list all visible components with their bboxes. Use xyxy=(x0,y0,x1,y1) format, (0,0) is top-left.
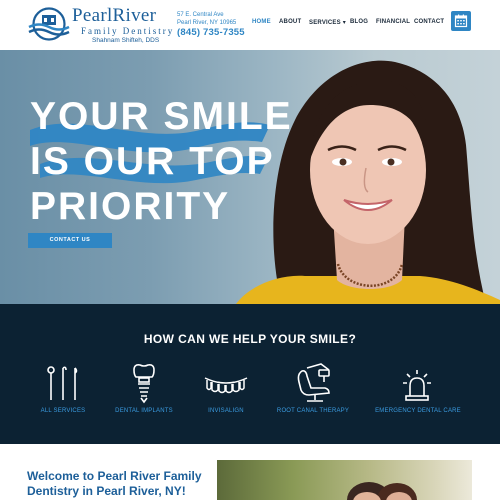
dental-chair-icon[interactable] xyxy=(293,362,335,404)
brand-name: PearlRiver xyxy=(72,5,157,26)
nav-financial[interactable]: FINANCIAL xyxy=(376,19,410,25)
hero-heading-line-1: YOUR SMILE xyxy=(30,95,293,138)
calendar-button[interactable] xyxy=(451,11,471,31)
welcome-section: Welcome to Pearl River Family Dentistry … xyxy=(0,444,500,500)
service-all-services[interactable]: ALL SERVICES xyxy=(41,408,86,414)
dental-tools-icon[interactable] xyxy=(44,364,82,404)
hero-heading-line-3: PRIORITY xyxy=(30,185,231,228)
hero-section: YOUR SMILE IS OUR TOP PRIORITY CONTACT U… xyxy=(0,50,500,304)
address-line-2: Pearl River, NY 10965 xyxy=(177,20,237,26)
service-emergency-dental-care[interactable]: EMERGENCY DENTAL CARE xyxy=(375,408,461,414)
nav-services[interactable]: SERVICES ▾ xyxy=(309,19,346,26)
services-heading: HOW CAN WE HELP YOUR SMILE? xyxy=(143,332,357,346)
implant-icon[interactable] xyxy=(130,362,158,404)
pearl-river-logo-icon[interactable] xyxy=(28,7,70,41)
address-line-1: 57 E. Central Ave xyxy=(177,12,224,18)
welcome-heading-line-1: Welcome to Pearl River Family xyxy=(27,469,202,483)
hero-heading-line-2: IS OUR TOP xyxy=(30,140,275,183)
phone-link[interactable]: (845) 735-7355 xyxy=(177,27,245,38)
nav-blog[interactable]: BLOG xyxy=(350,19,368,25)
couple-photo xyxy=(217,460,472,500)
services-section: HOW CAN WE HELP YOUR SMILE? ALL SERVICES… xyxy=(0,304,500,444)
site-header: PearlRiver Family Dentistry Shahnam Shif… xyxy=(0,0,500,50)
welcome-heading-line-2: Dentistry in Pearl River, NY! xyxy=(27,484,186,498)
calendar-icon xyxy=(454,14,468,28)
brand-block[interactable]: PearlRiver Family Dentistry Shahnam Shif… xyxy=(72,6,174,45)
service-invisalign[interactable]: INVISALIGN xyxy=(208,408,244,414)
contact-us-button[interactable]: CONTACT US xyxy=(28,233,112,248)
nav-home[interactable]: HOME xyxy=(252,19,271,25)
service-root-canal-therapy[interactable]: ROOT CANAL THERAPY xyxy=(277,408,349,414)
address: 57 E. Central Ave Pearl River, NY 10965 xyxy=(177,11,236,27)
nav-about[interactable]: ABOUT xyxy=(279,19,301,25)
teeth-aligner-icon[interactable] xyxy=(203,374,249,396)
siren-icon[interactable] xyxy=(402,368,432,402)
service-dental-implants[interactable]: DENTAL IMPLANTS xyxy=(115,408,173,414)
brand-subtitle: Family Dentistry xyxy=(81,26,175,36)
doctor-name: Shahnam Shifteh, DDS xyxy=(92,37,160,44)
nav-contact[interactable]: CONTACT xyxy=(414,19,444,25)
couple-photo-image xyxy=(347,482,417,500)
